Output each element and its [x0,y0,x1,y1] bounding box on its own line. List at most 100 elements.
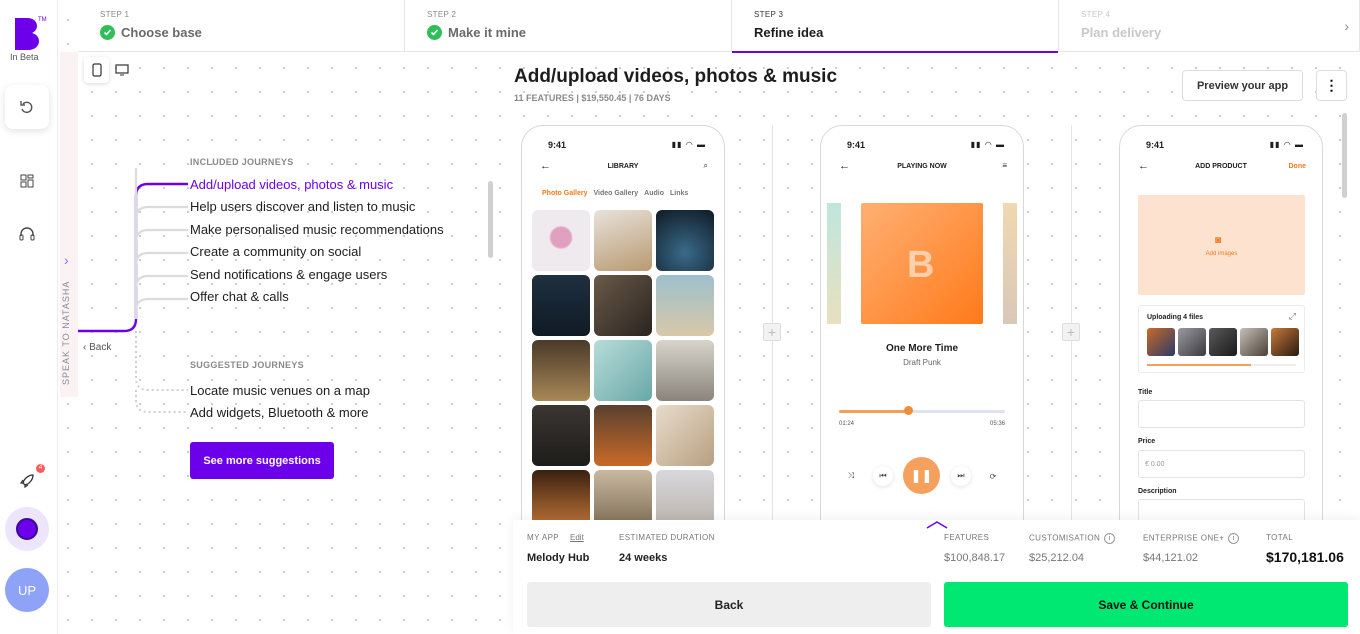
tab-links[interactable]: Links [670,190,688,197]
upload-thumbnails [1147,328,1299,356]
photo-thumbnail[interactable] [532,210,590,271]
see-more-suggestions-button[interactable]: See more suggestions [190,442,334,479]
suggested-journey-item[interactable]: Locate music venues on a map [190,383,370,398]
next-album-art[interactable] [1003,203,1017,324]
step-1[interactable]: STEP 1 Choose base [78,0,405,52]
progress-knob[interactable] [904,406,913,415]
chevron-right-icon[interactable]: › [1344,18,1349,34]
total-cost: $170,181.06 [1266,549,1344,565]
step-label: Make it mine [448,25,527,40]
repeat-icon[interactable]: ⟳ [983,466,1003,486]
photo-thumbnail[interactable] [594,275,652,336]
journey-item[interactable]: Help users discover and listen to music [190,199,415,214]
user-avatar[interactable]: UP [5,568,49,612]
journey-item[interactable]: Send notifications & engage users [190,267,387,282]
info-icon[interactable]: i [1104,533,1116,544]
back-button[interactable]: Back [527,582,931,627]
customisation-cost: $25,212.04 [1029,552,1085,564]
step-4[interactable]: STEP 4 Plan delivery › [1059,0,1360,52]
step-3[interactable]: STEP 3 Refine idea [732,0,1059,53]
expand-chevron-icon[interactable]: › [64,252,69,268]
upload-progress-fill [1147,364,1252,366]
enterprise-label-text: ENTERPRISE ONE+ [1143,533,1225,543]
pause-button[interactable]: ❚❚ [903,457,940,494]
photo-thumbnail[interactable] [656,405,714,466]
dashboard-button[interactable] [16,170,38,192]
done-link[interactable]: Done [1289,163,1307,170]
suggested-journey-item[interactable]: Add widgets, Bluetooth & more [190,405,369,420]
save-continue-button[interactable]: Save & Continue [944,582,1348,627]
preview-app-button[interactable]: Preview your app [1182,70,1303,101]
upload-thumbnail [1147,328,1175,356]
device-toggle [84,57,134,83]
rocket-button[interactable] [16,470,38,492]
photo-thumbnail[interactable] [594,210,652,271]
previous-album-art[interactable] [827,203,841,324]
undo-icon [20,101,33,114]
suggested-journeys-title: SUGGESTED JOURNEYS [190,360,304,370]
color-swatch [16,518,38,540]
desktop-view-button[interactable] [109,57,134,83]
rocket-icon [19,474,34,489]
tab-audio[interactable]: Audio [644,190,664,197]
photo-grid [532,210,714,531]
journey-item[interactable]: Create a community on social [190,244,361,259]
journeys-scrollbar[interactable] [488,181,493,258]
expand-icon[interactable]: ⤢ [1289,311,1296,322]
upload-progress-bar [1147,364,1296,366]
journey-item[interactable]: Offer chat & calls [190,289,289,304]
artist-name: Draft Punk [903,358,941,367]
title-input[interactable] [1138,400,1305,428]
chevron-up-icon[interactable] [926,521,948,529]
step-number: STEP 2 [427,10,457,19]
track-duration: 05:36 [989,421,1005,427]
gallery-tabs: Photo Gallery Video Gallery Audio Links [542,190,688,197]
photo-thumbnail[interactable] [594,340,652,401]
price-input[interactable]: € 0.00 [1138,450,1305,478]
next-track-icon[interactable]: ⏭ [951,466,971,486]
left-rail: TM In Beta 4 UP [0,0,58,634]
builder-logo[interactable] [13,18,39,50]
tab-photo-gallery[interactable]: Photo Gallery [542,190,588,197]
tab-video-gallery[interactable]: Video Gallery [594,190,639,197]
phone-player-screen[interactable]: 9:41 ▮▮ ◠ ▬ ← PLAYING NOW ≡ B One More T… [820,125,1024,545]
more-options-button[interactable]: ⋮ [1316,70,1347,101]
journey-item[interactable]: Add/upload videos, photos & music [190,177,393,192]
phone-add-product-screen[interactable]: 9:41 ▮▮ ◠ ▬ ← ADD PRODUCT Done ◙ Add ima… [1119,125,1323,545]
photo-thumbnail[interactable] [656,210,714,271]
included-journeys-title: INCLUDED JOURNEYS [190,157,294,167]
playback-progress[interactable] [839,410,1005,413]
step-2[interactable]: STEP 2 Make it mine [405,0,732,52]
photo-thumbnail[interactable] [532,340,590,401]
previous-track-icon[interactable]: ⏮ [873,466,893,486]
song-title: One More Time [885,343,959,354]
photo-thumbnail[interactable] [656,275,714,336]
info-icon[interactable]: i [1228,533,1240,544]
speak-to-natasha-label: SPEAK TO NATASHA [61,280,71,385]
screen-title: LIBRARY [607,163,639,170]
mobile-view-button[interactable] [84,57,109,83]
add-screen-button[interactable]: + [763,323,781,341]
support-button[interactable] [16,223,38,245]
total-label: TOTAL [1266,533,1294,542]
phone-library-screen[interactable]: 9:41 ▮▮ ◠ ▬ ← LIBRARY ⌕ Photo Gallery Vi… [521,125,725,545]
shuffle-icon[interactable]: ⤨ [841,466,861,486]
progress-fill [839,410,909,413]
my-app-label: MY APP [527,533,560,542]
photo-thumbnail[interactable] [594,405,652,466]
search-icon[interactable]: ⌕ [704,161,708,171]
photo-thumbnail[interactable] [656,340,714,401]
step-label: Plan delivery [1081,25,1162,40]
photo-thumbnail[interactable] [532,405,590,466]
add-images-area[interactable]: ◙ Add images [1138,195,1305,295]
back-link[interactable]: ‹ Back [83,342,111,353]
edit-app-link[interactable]: Edit [570,533,584,542]
journey-item[interactable]: Make personalised music recommendations [190,222,444,237]
photo-thumbnail[interactable] [532,275,590,336]
screens-scrollbar[interactable] [1342,113,1347,198]
undo-button[interactable] [5,85,49,129]
add-screen-button[interactable]: + [1062,323,1080,341]
queue-icon[interactable]: ≡ [1002,161,1007,170]
theme-color-button[interactable] [5,507,49,551]
enterprise-cost: $44,121.02 [1143,552,1199,564]
